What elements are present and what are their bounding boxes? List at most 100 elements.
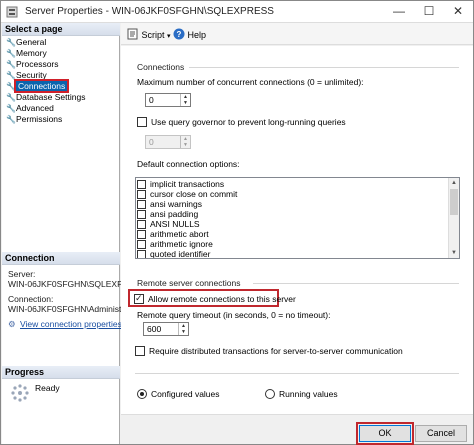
distributed-transactions-checkbox[interactable]: [135, 346, 145, 356]
max-connections-stepper[interactable]: 0 ▲ ▼: [145, 93, 191, 107]
down-arrow-icon: ▼: [181, 329, 186, 335]
group-divider: [135, 373, 459, 374]
stepper-arrows[interactable]: ▲ ▼: [178, 323, 188, 335]
view-connection-properties-link[interactable]: ⚙ View connection properties: [8, 319, 122, 330]
remote-group-title: Remote server connections: [137, 278, 241, 288]
page-item-permissions[interactable]: 🔧Permissions: [6, 114, 62, 125]
progress-status: Ready: [35, 383, 60, 393]
connection-header: Connection: [2, 252, 120, 265]
max-connections-value: 0: [149, 95, 154, 105]
minimize-icon[interactable]: —: [384, 1, 414, 22]
progress-spinner-icon: [11, 384, 29, 402]
option-checkbox[interactable]: [137, 220, 146, 229]
configured-values-radio[interactable]: [137, 389, 147, 399]
help-button[interactable]: ? Help: [173, 28, 206, 40]
option-checkbox[interactable]: [137, 230, 146, 239]
server-label: Server:: [8, 269, 36, 279]
max-connections-label: Maximum number of concurrent connections…: [137, 77, 364, 87]
wrench-icon: 🔧: [6, 82, 16, 91]
distributed-transactions-label: Require distributed transactions for ser…: [149, 346, 403, 356]
script-label: Script: [141, 30, 165, 40]
wrench-icon: 🔧: [6, 115, 16, 124]
option-checkbox[interactable]: [137, 180, 146, 189]
query-governor-label: Use query governor to prevent long-runni…: [151, 117, 346, 127]
option-label: cursor close on commit: [150, 189, 238, 199]
maximize-icon[interactable]: ☐: [414, 1, 444, 22]
option-label: arithmetic abort: [150, 229, 209, 239]
title-bar: Server Properties - WIN-06JKF0SFGHN\SQLE…: [1, 1, 473, 23]
dialog-footer: OK Cancel: [121, 414, 473, 445]
vertical-scrollbar[interactable]: ▲ ▼: [448, 178, 459, 258]
page-item-advanced[interactable]: 🔧Advanced: [6, 103, 54, 114]
running-values-radio[interactable]: [265, 389, 275, 399]
page-item-label: Database Settings: [16, 92, 86, 102]
page-item-label: General: [16, 37, 47, 47]
running-values-label: Running values: [279, 389, 338, 399]
connections-page: Connections Maximum number of concurrent…: [121, 46, 473, 414]
window-title: Server Properties - WIN-06JKF0SFGHN\SQLE…: [25, 6, 274, 17]
group-divider: [189, 67, 459, 68]
scroll-down-icon[interactable]: ▼: [449, 248, 459, 258]
allow-remote-label: Allow remote connections to this server: [148, 294, 296, 304]
remote-timeout-stepper[interactable]: 600 ▲ ▼: [143, 322, 189, 336]
toolbar: Script ▾ ? Help: [121, 23, 473, 45]
remote-timeout-label: Remote query timeout (in seconds, 0 = no…: [137, 310, 331, 320]
connections-group-title: Connections: [137, 62, 185, 72]
option-label: implicit transactions: [150, 179, 225, 189]
option-checkbox[interactable]: [137, 190, 146, 199]
page-item-memory[interactable]: 🔧Memory: [6, 48, 47, 59]
left-pane: Select a page 🔧General 🔧Memory 🔧Processo…: [2, 23, 146, 444]
page-item-connections[interactable]: 🔧 Connections: [6, 79, 70, 93]
wrench-icon: 🔧: [6, 104, 16, 113]
scroll-up-icon[interactable]: ▲: [449, 178, 459, 188]
connection-label: Connection:: [8, 294, 54, 304]
scroll-thumb[interactable]: [450, 189, 458, 215]
chevron-down-icon: ▾: [167, 33, 171, 40]
option-checkbox[interactable]: [137, 240, 146, 249]
remote-timeout-value: 600: [147, 324, 162, 334]
page-item-label: Connections: [13, 79, 70, 93]
cancel-button[interactable]: Cancel: [415, 425, 467, 442]
link-label: View connection properties: [20, 319, 122, 329]
allow-remote-checkbox[interactable]: [134, 293, 144, 304]
wrench-icon: 🔧: [6, 93, 16, 102]
stepper-arrows[interactable]: ▲ ▼: [180, 94, 190, 106]
query-governor-checkbox[interactable]: [137, 117, 147, 127]
help-icon: ?: [173, 28, 185, 40]
svg-text:?: ?: [177, 30, 182, 39]
option-checkbox[interactable]: [137, 250, 146, 258]
page-item-database-settings[interactable]: 🔧Database Settings: [6, 92, 85, 103]
stepper-arrows[interactable]: ▲ ▼: [180, 136, 190, 148]
wrench-icon: 🔧: [6, 49, 16, 58]
script-button[interactable]: Script ▾: [127, 28, 171, 40]
script-icon: [127, 28, 138, 40]
page-item-label: Memory: [16, 48, 47, 58]
ok-button[interactable]: OK: [359, 425, 411, 442]
down-arrow-icon: ▼: [183, 142, 188, 148]
help-label: Help: [187, 30, 207, 40]
wrench-icon: 🔧: [6, 71, 16, 80]
page-item-processors[interactable]: 🔧Processors: [6, 59, 59, 70]
down-arrow-icon: ▼: [183, 100, 188, 106]
page-item-general[interactable]: 🔧General: [6, 37, 46, 48]
group-divider: [253, 283, 459, 284]
default-connection-options-list[interactable]: implicit transactions cursor close on co…: [135, 177, 460, 259]
query-governor-value: 0: [149, 137, 154, 147]
close-icon[interactable]: ✕: [443, 1, 473, 22]
query-governor-stepper[interactable]: 0 ▲ ▼: [145, 135, 191, 149]
connection-properties-icon: ⚙: [8, 319, 16, 329]
option-label: ansi padding: [150, 209, 199, 219]
page-item-security[interactable]: 🔧Security: [6, 70, 47, 81]
configured-values-label: Configured values: [151, 389, 220, 399]
option-label: ansi warnings: [150, 199, 202, 209]
option-checkbox[interactable]: [137, 200, 146, 209]
server-properties-icon: [6, 6, 18, 18]
page-item-label: Permissions: [16, 114, 63, 124]
option-label: arithmetic ignore: [150, 239, 213, 249]
select-page-header: Select a page: [2, 23, 120, 36]
wrench-icon: 🔧: [6, 60, 16, 69]
option-label: quoted identifier: [150, 249, 211, 259]
page-item-label: Security: [16, 70, 47, 80]
option-checkbox[interactable]: [137, 210, 146, 219]
page-item-label: Advanced: [16, 103, 54, 113]
